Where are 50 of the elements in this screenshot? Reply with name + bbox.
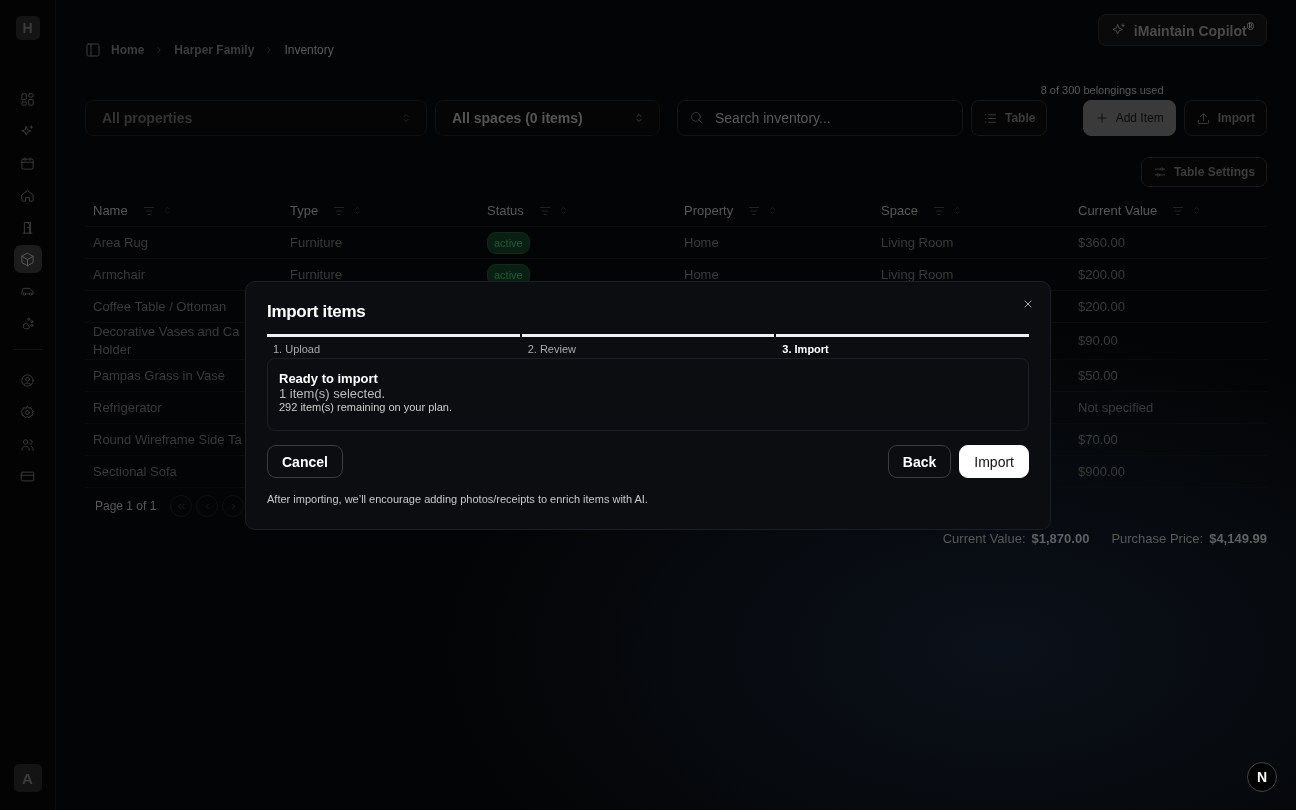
- step-label: 3. Import: [781, 342, 830, 355]
- step-label: 2. Review: [526, 342, 577, 355]
- dialog-title: Import items: [267, 302, 367, 322]
- usage-text: 8 of 300 belongings used: [1040, 84, 1164, 96]
- door-icon: [20, 219, 35, 235]
- total-label: Purchase Price:: [1111, 531, 1204, 546]
- total-value: $1,870.00: [1031, 531, 1090, 546]
- total-label: Current Value:: [942, 531, 1026, 546]
- paw-icon: [20, 315, 35, 331]
- card-icon: [20, 468, 35, 484]
- close-icon: [1022, 298, 1034, 310]
- calendar-icon: [20, 155, 35, 171]
- column-header[interactable]: Status: [487, 203, 524, 218]
- home-icon: [20, 187, 35, 203]
- summary-heading: Ready to import: [279, 371, 379, 386]
- column-header[interactable]: Type: [290, 203, 319, 218]
- grid-icon: [20, 91, 35, 107]
- sparkles-icon: [20, 123, 35, 139]
- status-badge: active: [487, 231, 530, 254]
- plus-icon: [1094, 111, 1109, 125]
- chevron-updown-icon: [633, 112, 645, 124]
- filter-select[interactable]: All spaces (0 items): [435, 100, 660, 136]
- sidebar-toggle-icon: [85, 42, 101, 58]
- user-icon: [20, 372, 35, 388]
- upload-icon: [1195, 110, 1211, 126]
- settings-icon: [20, 404, 35, 420]
- remaining-text: 292 item(s) remaining on your plan.: [279, 401, 454, 413]
- users-icon: [20, 436, 35, 452]
- column-header[interactable]: Current Value: [1078, 203, 1158, 218]
- total-value: $4,149.99: [1209, 531, 1267, 546]
- search-icon: [689, 110, 704, 125]
- dialog-note: After importing, we’ll encourage adding photos/receipts to enrich items with AI.: [267, 493, 649, 505]
- step-label: 1. Upload: [272, 342, 322, 355]
- page-indicator: Page 1 of 1: [95, 499, 157, 513]
- copilot-button[interactable]: iMaintain Copilot$^{®}$: [1097, 14, 1267, 46]
- box-icon: [20, 251, 35, 267]
- sliders-icon: [1152, 165, 1167, 179]
- dev-tools-button[interactable]: N: [1247, 762, 1277, 792]
- sidebar-nav-button[interactable]: [13, 245, 42, 273]
- breadcrumb-link[interactable]: Home: [111, 43, 145, 57]
- column-header[interactable]: Property: [684, 203, 734, 218]
- column-header[interactable]: Name: [93, 203, 128, 218]
- breadcrumb-current: Inventory: [284, 43, 334, 57]
- back-button[interactable]: Back: [887, 445, 952, 478]
- column-header[interactable]: Space: [881, 203, 918, 218]
- import-confirm-button[interactable]: Import: [959, 445, 1029, 478]
- breadcrumb-link[interactable]: Harper Family: [174, 43, 255, 57]
- selected-count-text: 1 item(s) selected.: [279, 386, 387, 401]
- search-field[interactable]: Search inventory...: [677, 100, 963, 136]
- cancel-button[interactable]: Cancel: [267, 445, 343, 478]
